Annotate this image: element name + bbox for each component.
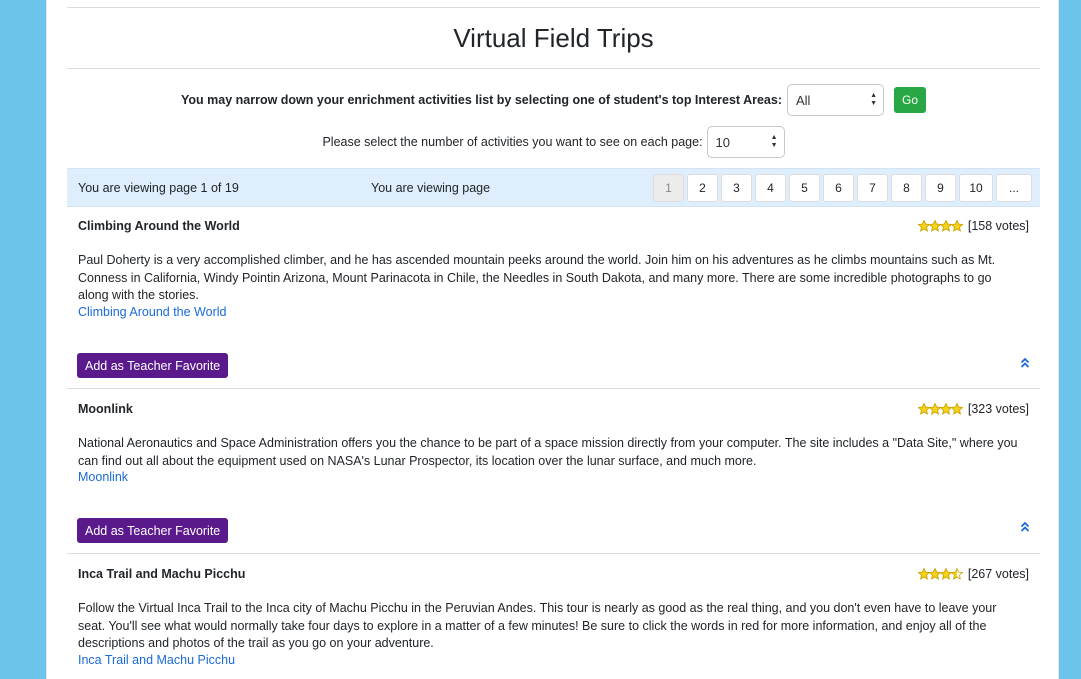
page-button-3[interactable]: 3 xyxy=(721,174,752,202)
page-button-1[interactable]: 1 xyxy=(653,174,684,202)
activity-divider xyxy=(67,388,1040,389)
activity-rating: [158 votes] xyxy=(917,219,1029,233)
per-page-row: Please select the number of activities y… xyxy=(67,126,1040,158)
select-arrows-icon: ▲ ▼ xyxy=(870,92,877,107)
per-page-select[interactable]: 10 ▲ ▼ xyxy=(706,126,785,158)
content-area: Virtual Field Trips You may narrow down … xyxy=(67,0,1040,679)
page-button-8[interactable]: 8 xyxy=(891,174,922,202)
per-page-selected-value: 10 xyxy=(715,134,731,150)
chevron-double-up-icon[interactable] xyxy=(1020,357,1030,369)
page-button-7[interactable]: 7 xyxy=(857,174,888,202)
activity-description: National Aeronautics and Space Administr… xyxy=(78,436,1018,468)
activity-name: Climbing Around the World xyxy=(78,219,240,233)
chevron-double-up-icon[interactable] xyxy=(1020,521,1030,533)
star-icon xyxy=(950,568,963,580)
activity-link[interactable]: Moonlink xyxy=(78,470,128,484)
activity-rating: [323 votes] xyxy=(917,402,1029,416)
star-rating-icon xyxy=(917,568,963,580)
activity-rating: [267 votes] xyxy=(917,567,1029,581)
activity-link[interactable]: Climbing Around the World xyxy=(78,305,226,319)
page-button-5[interactable]: 5 xyxy=(789,174,820,202)
page-button-more[interactable]: ... xyxy=(996,174,1032,202)
page-button-6[interactable]: 6 xyxy=(823,174,854,202)
page-container: Virtual Field Trips You may narrow down … xyxy=(46,0,1059,679)
star-icon xyxy=(950,403,963,415)
go-button[interactable]: Go xyxy=(894,87,926,113)
add-teacher-favorite-button[interactable]: Add as Teacher Favorite xyxy=(77,353,229,378)
interest-area-select[interactable]: All ▲ ▼ xyxy=(787,84,884,116)
vote-count: [323 votes] xyxy=(967,402,1029,416)
vote-count: [267 votes] xyxy=(967,567,1029,581)
page-title: Virtual Field Trips xyxy=(453,23,654,53)
interest-filter-label: You may narrow down your enrichment acti… xyxy=(180,93,782,107)
page-button-4[interactable]: 4 xyxy=(755,174,786,202)
page-button-2[interactable]: 2 xyxy=(687,174,718,202)
activity-name: Inca Trail and Machu Picchu xyxy=(78,567,246,581)
title-divider xyxy=(67,68,1040,69)
star-rating-icon xyxy=(917,220,963,232)
add-teacher-favorite-button[interactable]: Add as Teacher Favorite xyxy=(77,518,229,543)
pagination: 1 2 3 4 5 6 7 8 9 10 ... xyxy=(653,174,1035,202)
page-button-10[interactable]: 10 xyxy=(959,174,993,202)
top-divider xyxy=(67,7,1040,8)
activity-description: Paul Doherty is a very accomplished clim… xyxy=(78,253,996,302)
pagination-bar: You are viewing page 1 of 19 You are vie… xyxy=(67,168,1040,207)
page-status-label: You are viewing page xyxy=(371,181,491,195)
select-arrows-icon: ▲ ▼ xyxy=(770,134,778,149)
activity-link[interactable]: Inca Trail and Machu Picchu xyxy=(78,653,235,667)
star-rating-icon xyxy=(917,403,963,415)
page-status-text: You are viewing page 1 of 19 xyxy=(78,181,239,195)
interest-area-selected-value: All xyxy=(796,92,811,108)
per-page-label: Please select the number of activities y… xyxy=(322,135,703,149)
activity-name: Moonlink xyxy=(78,402,133,416)
star-icon xyxy=(950,220,963,232)
vote-count: [158 votes] xyxy=(967,219,1029,233)
interest-filter-row: You may narrow down your enrichment acti… xyxy=(67,84,1040,116)
activity-description: Follow the Virtual Inca Trail to the Inc… xyxy=(78,601,997,650)
page-button-9[interactable]: 9 xyxy=(925,174,956,202)
activity-divider xyxy=(67,553,1040,554)
